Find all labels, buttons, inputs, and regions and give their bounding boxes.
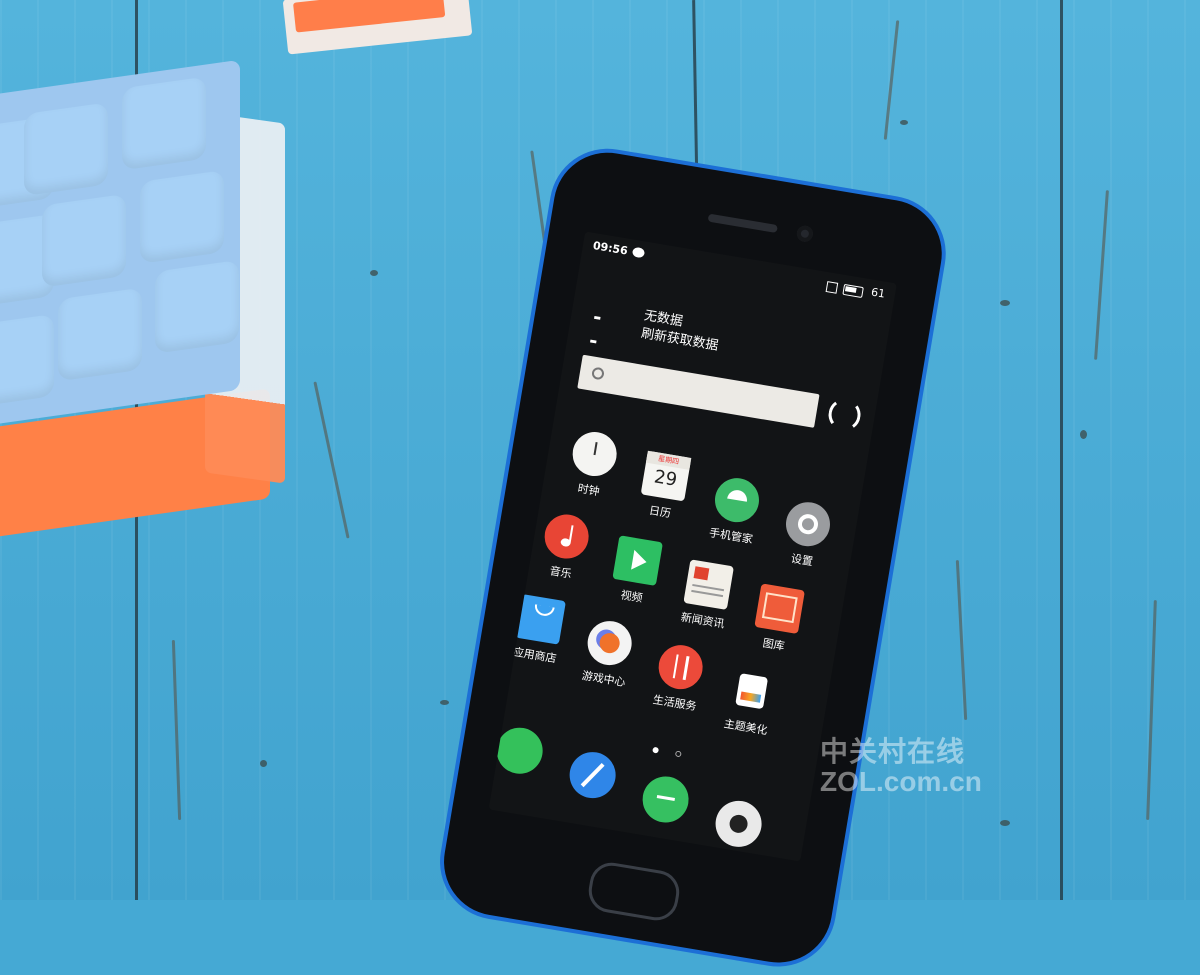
battery-icon [842, 283, 864, 299]
plank-seam [1060, 0, 1063, 900]
app-label: 日历 [648, 503, 672, 521]
cube-blue-face [0, 59, 240, 427]
paint-chip [1000, 300, 1010, 306]
app-gallery[interactable]: 图库 [737, 581, 819, 658]
app-music[interactable]: 音乐 [524, 509, 606, 586]
app-label: 音乐 [548, 564, 573, 581]
home-button[interactable] [585, 859, 683, 924]
calendar-icon: 星期四 29 [640, 450, 692, 502]
front-camera [795, 224, 815, 243]
paint-chip [440, 700, 449, 705]
app-label: 游戏中心 [580, 669, 627, 690]
cube-sticker [0, 313, 54, 408]
paint-chip [900, 120, 908, 125]
picture-icon [754, 583, 805, 635]
cube-sticker [24, 102, 108, 197]
shopping-bag-icon [515, 594, 566, 645]
camera-app-icon[interactable] [712, 797, 766, 851]
cube-sticker [155, 259, 239, 354]
app-label: 手机管家 [708, 526, 754, 547]
app-label: 视频 [619, 588, 644, 605]
music-note-icon [541, 511, 592, 562]
phone-icon[interactable] [493, 724, 547, 778]
app-label: 新闻资讯 [679, 610, 726, 631]
earpiece-speaker [707, 213, 778, 234]
status-bar: 09:56 61 [591, 239, 886, 306]
cube-sticker [42, 193, 126, 288]
compass-icon[interactable] [566, 748, 620, 802]
wood-crack [313, 381, 350, 539]
app-label: 生活服务 [651, 693, 698, 714]
message-notification-icon [631, 246, 646, 259]
wood-crack [1094, 190, 1109, 360]
page-dot-active [652, 746, 660, 754]
gear-icon [782, 498, 834, 550]
page-indicator[interactable] [646, 737, 690, 763]
search-bar[interactable] [577, 354, 820, 428]
sim-icon [825, 281, 839, 294]
refresh-icon[interactable] [826, 396, 863, 434]
page-dot [674, 750, 682, 758]
app-calendar[interactable]: 星期四 29 日历 [623, 448, 705, 525]
app-game-center[interactable]: 游戏中心 [567, 615, 649, 692]
paint-chip [1000, 820, 1010, 826]
rubiks-cube [0, 59, 310, 538]
watermark-url: ZOL.com.cn [820, 766, 982, 797]
app-store[interactable]: 应用商店 [498, 592, 580, 669]
app-news[interactable]: 新闻资讯 [666, 557, 748, 634]
newspaper-icon [683, 559, 734, 610]
wood-crack [955, 560, 968, 720]
app-label: 图库 [761, 636, 786, 653]
app-clock[interactable]: 时钟 [552, 426, 634, 503]
cube-sticker [140, 169, 224, 264]
battery-level: 61 [870, 285, 887, 301]
app-label: 时钟 [576, 481, 601, 499]
paint-chip [1080, 430, 1087, 439]
wood-crack [883, 20, 900, 140]
watermark-cn: 中关村在线 [820, 736, 966, 767]
watermark: 中关村在线 ZOL.com.cn [820, 730, 982, 798]
status-time: 09:56 [591, 238, 629, 258]
paint-chip [260, 760, 267, 767]
app-themes[interactable]: 主题美化 [709, 664, 791, 741]
game-center-icon [584, 617, 635, 669]
app-settings[interactable]: 设置 [765, 497, 847, 574]
search-icon [591, 366, 605, 381]
app-label: 设置 [790, 551, 814, 569]
wood-crack [171, 640, 182, 820]
app-label: 主题美化 [722, 717, 769, 738]
app-life-service[interactable]: 生活服务 [638, 640, 720, 717]
play-icon [612, 535, 663, 586]
app-phone-manager[interactable]: 手机管家 [694, 473, 776, 550]
weather-temperature: -- [587, 304, 606, 354]
tshirt-icon [726, 666, 777, 717]
app-label: 应用商店 [511, 645, 558, 666]
wood-crack [1146, 600, 1157, 820]
umbrella-icon [711, 474, 763, 526]
app-video[interactable]: 视频 [595, 533, 677, 610]
paint-chip [370, 270, 378, 276]
cube-sticker [58, 287, 142, 382]
cube-sticker [122, 76, 206, 171]
fork-knife-icon [655, 641, 706, 693]
clock-icon [569, 428, 620, 480]
message-icon[interactable] [639, 772, 693, 826]
